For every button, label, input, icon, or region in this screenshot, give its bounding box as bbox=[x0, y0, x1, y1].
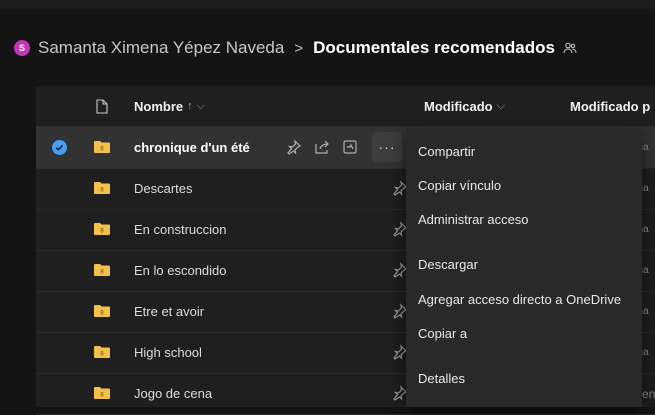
svg-text:8: 8 bbox=[100, 351, 104, 358]
folder-icon: 8 bbox=[94, 305, 110, 317]
menu-item-compartir[interactable]: Compartir bbox=[418, 142, 475, 162]
file-name[interactable]: En lo escondido bbox=[134, 250, 227, 291]
svg-text:8: 8 bbox=[100, 392, 104, 399]
column-header-modified-by[interactable]: Modificado p bbox=[570, 86, 655, 126]
folder-icon: 8 bbox=[94, 264, 110, 276]
svg-text:8: 8 bbox=[100, 269, 104, 276]
svg-text:8: 8 bbox=[100, 310, 104, 317]
list-header: Nombre ↑ ⌵ Modificado ⌵ Modificado p bbox=[36, 86, 655, 127]
file-name[interactable]: Descartes bbox=[134, 168, 193, 209]
breadcrumb-separator: > bbox=[294, 39, 304, 57]
file-name[interactable]: Jogo de cena bbox=[134, 373, 212, 414]
people-icon bbox=[563, 41, 577, 55]
folder-icon: 8 bbox=[94, 223, 110, 235]
breadcrumb-root[interactable]: Samanta Ximena Yépez Naveda bbox=[38, 38, 284, 58]
folder-icon: 8 bbox=[94, 346, 110, 358]
activity-icon[interactable] bbox=[342, 139, 358, 155]
file-name[interactable]: High school bbox=[134, 332, 202, 373]
menu-item-agregar-acceso-directo[interactable]: Agregar acceso directo a OneDrive bbox=[418, 290, 621, 310]
chevron-down-icon: ⌵ bbox=[496, 99, 505, 112]
column-header-name[interactable]: Nombre ↑ ⌵ bbox=[134, 86, 205, 126]
svg-text:8: 8 bbox=[100, 187, 104, 194]
menu-item-copiar-a[interactable]: Copiar a bbox=[418, 324, 467, 344]
menu-item-descargar[interactable]: Descargar bbox=[418, 255, 478, 275]
folder-icon: 8 bbox=[94, 182, 110, 194]
sort-ascending-icon: ↑ bbox=[187, 100, 193, 112]
checkmark-icon[interactable] bbox=[52, 140, 67, 155]
column-name-label: Nombre bbox=[134, 98, 184, 114]
avatar[interactable]: S bbox=[14, 40, 30, 56]
svg-text:8: 8 bbox=[100, 228, 104, 235]
file-name[interactable]: chronique d'un été bbox=[134, 127, 250, 168]
share-icon[interactable] bbox=[314, 139, 330, 155]
menu-item-copiar-vinculo[interactable]: Copiar vínculo bbox=[418, 176, 501, 196]
document-icon bbox=[96, 86, 108, 126]
folder-icon: 8 bbox=[94, 141, 110, 153]
svg-text:8: 8 bbox=[100, 146, 104, 153]
menu-item-detalles[interactable]: Detalles bbox=[418, 369, 465, 389]
file-name[interactable]: En construccion bbox=[134, 209, 227, 250]
breadcrumb: S Samanta Ximena Yépez Naveda > Document… bbox=[14, 36, 577, 60]
column-modified-label: Modificado bbox=[424, 98, 493, 114]
file-name[interactable]: Etre et avoir bbox=[134, 291, 204, 332]
menu-item-administrar-acceso[interactable]: Administrar acceso bbox=[418, 210, 529, 230]
column-modified-by-label: Modificado p bbox=[570, 98, 651, 114]
top-strip bbox=[0, 0, 655, 10]
chevron-down-icon: ⌵ bbox=[196, 99, 205, 112]
folder-icon: 8 bbox=[94, 387, 110, 399]
column-header-modified[interactable]: Modificado ⌵ bbox=[424, 86, 505, 126]
context-menu: Compartir Copiar vínculo Administrar acc… bbox=[406, 128, 642, 407]
pin-icon[interactable] bbox=[286, 139, 302, 155]
breadcrumb-current: Documentales recomendados bbox=[313, 38, 555, 57]
more-options-button[interactable]: ··· bbox=[372, 132, 402, 162]
